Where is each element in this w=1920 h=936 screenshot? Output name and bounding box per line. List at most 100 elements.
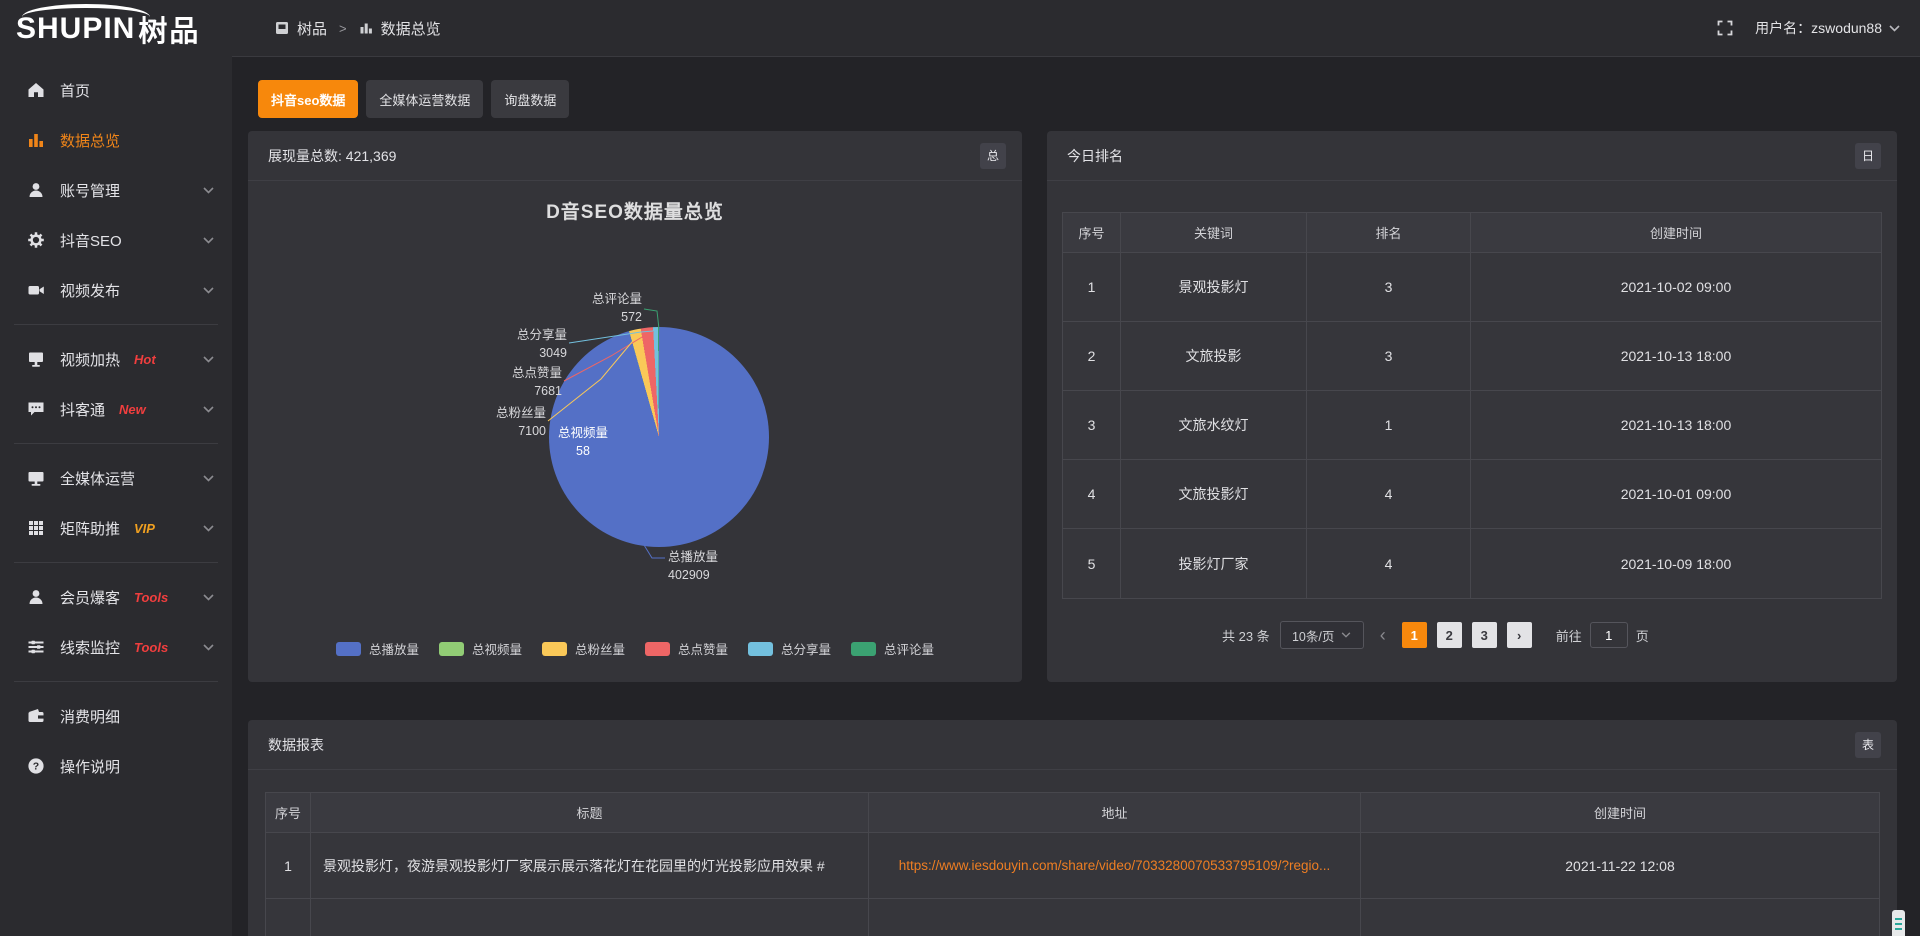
legend-swatch bbox=[439, 642, 464, 656]
cell-time: 2021-10-01 09:00 bbox=[1471, 460, 1881, 529]
hot-badge: Hot bbox=[134, 352, 156, 367]
page-button-3[interactable]: 3 bbox=[1472, 622, 1497, 648]
monitor-icon bbox=[27, 469, 45, 487]
col-header-title: 标题 bbox=[311, 793, 869, 833]
screen-icon bbox=[27, 350, 45, 368]
sidebar-item-help[interactable]: ? 操作说明 bbox=[0, 741, 232, 791]
grid-icon bbox=[27, 519, 45, 537]
sidebar-item-matrix-boost[interactable]: 矩阵助推 VIP bbox=[0, 503, 232, 553]
cell-time: 2021-11-22 12:08 bbox=[1361, 833, 1879, 899]
menu-divider bbox=[14, 324, 218, 325]
chevron-down-icon bbox=[203, 187, 214, 194]
prev-page-button[interactable]: ‹ bbox=[1374, 625, 1392, 646]
legend-swatch bbox=[542, 642, 567, 656]
vip-badge: VIP bbox=[134, 521, 155, 536]
cell-index: 1 bbox=[266, 833, 311, 899]
legend-item[interactable]: 总播放量 bbox=[336, 639, 419, 658]
user-icon bbox=[27, 181, 45, 199]
chevron-down-icon bbox=[1341, 632, 1351, 638]
cell-index: 4 bbox=[1063, 460, 1121, 529]
cell-url-link[interactable]: https://www.iesdouyin.com/share/video/70… bbox=[869, 833, 1361, 899]
sidebar-item-consumption[interactable]: 消费明细 bbox=[0, 691, 232, 741]
cell-time: 2021-10-02 09:00 bbox=[1471, 253, 1881, 322]
sidebar-item-home[interactable]: 首页 bbox=[0, 65, 232, 115]
legend-swatch bbox=[748, 642, 773, 656]
legend-item[interactable]: 总视频量 bbox=[439, 639, 522, 658]
tab-inquiry-data[interactable]: 询盘数据 bbox=[491, 80, 569, 118]
breadcrumb-home[interactable]: 树品 bbox=[297, 18, 327, 39]
sidebar-item-doukemall[interactable]: 抖客通 New bbox=[0, 384, 232, 434]
menu-divider bbox=[14, 562, 218, 563]
cell-rank: 4 bbox=[1307, 529, 1471, 598]
cell-rank: 3 bbox=[1307, 253, 1471, 322]
col-header-keyword: 关键词 bbox=[1121, 213, 1307, 253]
new-badge: New bbox=[119, 402, 146, 417]
cell-keyword: 文旅水纹灯 bbox=[1121, 391, 1307, 460]
legend-item[interactable]: 总点赞量 bbox=[645, 639, 728, 658]
goto-label: 前往 bbox=[1556, 626, 1582, 645]
legend-swatch bbox=[851, 642, 876, 656]
table-badge-button[interactable]: 表 bbox=[1855, 732, 1881, 758]
wallet-icon bbox=[27, 707, 45, 725]
sidebar-item-clue-monitor[interactable]: 线索监控 Tools bbox=[0, 622, 232, 672]
logo: SHUPIN 树品 bbox=[0, 0, 232, 57]
pie-label-shares: 总分享量3049 bbox=[479, 326, 567, 362]
cell-rank: 4 bbox=[1307, 460, 1471, 529]
col-header-index: 序号 bbox=[266, 793, 311, 833]
chevron-down-icon bbox=[203, 525, 214, 532]
sidebar-item-video-publish[interactable]: 视频发布 bbox=[0, 265, 232, 315]
sidebar-item-label: 全媒体运营 bbox=[60, 468, 135, 489]
bar-chart-icon bbox=[27, 131, 45, 149]
sidebar-item-media-operation[interactable]: 全媒体运营 bbox=[0, 453, 232, 503]
cell-rank: 3 bbox=[1307, 322, 1471, 391]
page-size-select[interactable]: 10条/页 bbox=[1280, 621, 1364, 649]
page-button-2[interactable]: 2 bbox=[1437, 622, 1462, 648]
user-menu[interactable]: 用户名：zswodun88 bbox=[1755, 18, 1900, 38]
sidebar-item-label: 数据总览 bbox=[60, 130, 120, 151]
goto-page-input[interactable] bbox=[1590, 622, 1628, 648]
menu-divider bbox=[14, 681, 218, 682]
sidebar: SHUPIN 树品 首页 数据总览 账号管理 bbox=[0, 0, 232, 936]
chevron-down-icon bbox=[203, 594, 214, 601]
floating-widget[interactable] bbox=[1892, 910, 1905, 936]
breadcrumb-current: 数据总览 bbox=[381, 18, 441, 39]
sidebar-item-label: 会员爆客 bbox=[60, 587, 120, 608]
tab-douyin-seo-data[interactable]: 抖音seo数据 bbox=[258, 80, 358, 118]
sidebar-item-label: 线索监控 bbox=[60, 637, 120, 658]
sidebar-item-douyin-seo[interactable]: 抖音SEO bbox=[0, 215, 232, 265]
pagination-goto: 前往 页 bbox=[1556, 622, 1649, 648]
breadcrumb-separator: > bbox=[339, 21, 347, 36]
chat-icon bbox=[27, 400, 45, 418]
col-header-index: 序号 bbox=[1063, 213, 1121, 253]
cell-keyword: 景观投影灯 bbox=[1121, 253, 1307, 322]
sidebar-item-label: 视频发布 bbox=[60, 280, 120, 301]
sliders-icon bbox=[27, 638, 45, 656]
legend-item[interactable]: 总粉丝量 bbox=[542, 639, 625, 658]
next-page-button[interactable]: › bbox=[1507, 622, 1532, 648]
cell-index: 2 bbox=[1063, 322, 1121, 391]
col-header-url: 地址 bbox=[869, 793, 1361, 833]
pagination: 共 23 条 10条/页 ‹ 1 2 3 › 前往 页 bbox=[1222, 621, 1897, 649]
overview-panel: 展现量总数: 421,369 总 D音SEO数据量总览 总评论量572 bbox=[248, 131, 1022, 682]
legend-swatch bbox=[336, 642, 361, 656]
col-header-time: 创建时间 bbox=[1361, 793, 1879, 833]
day-badge-button[interactable]: 日 bbox=[1855, 143, 1881, 169]
fullscreen-icon[interactable] bbox=[1717, 20, 1733, 36]
home-icon bbox=[27, 81, 45, 99]
sidebar-item-video-heat[interactable]: 视频加热 Hot bbox=[0, 334, 232, 384]
sidebar-item-data-overview[interactable]: 数据总览 bbox=[0, 115, 232, 165]
total-badge-button[interactable]: 总 bbox=[980, 143, 1006, 169]
cell-keyword: 投影灯厂家 bbox=[1121, 529, 1307, 598]
legend-item[interactable]: 总评论量 bbox=[851, 639, 934, 658]
tab-media-operation-data[interactable]: 全媒体运营数据 bbox=[366, 80, 483, 118]
page-button-1[interactable]: 1 bbox=[1402, 622, 1427, 648]
pie-label-comments: 总评论量572 bbox=[554, 290, 642, 326]
sidebar-item-label: 首页 bbox=[60, 80, 90, 101]
cell-index: 3 bbox=[1063, 391, 1121, 460]
sidebar-item-member-burst[interactable]: 会员爆客 Tools bbox=[0, 572, 232, 622]
chevron-down-icon bbox=[1889, 25, 1900, 32]
legend-item[interactable]: 总分享量 bbox=[748, 639, 831, 658]
sidebar-item-account[interactable]: 账号管理 bbox=[0, 165, 232, 215]
bar-chart-icon bbox=[359, 21, 373, 35]
ranking-panel: 今日排名 日 序号 关键词 排名 创建时间 1 景观投影灯 3 2021-10-… bbox=[1047, 131, 1897, 682]
